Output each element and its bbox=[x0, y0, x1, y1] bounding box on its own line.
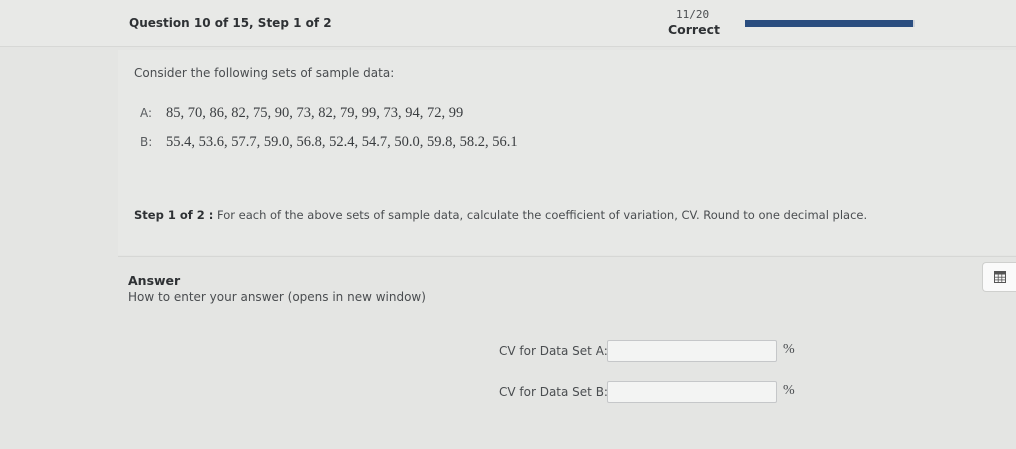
step-instructions: Step 1 of 2 : For each of the above sets… bbox=[134, 208, 867, 222]
data-set-a: A: 85, 70, 86, 82, 75, 90, 73, 82, 79, 99… bbox=[140, 105, 463, 122]
cv-a-input[interactable] bbox=[607, 340, 777, 362]
answer-help-link[interactable]: How to enter your answer (opens in new w… bbox=[128, 290, 426, 304]
step-text: For each of the above sets of sample dat… bbox=[217, 208, 868, 222]
data-set-a-label: A: bbox=[140, 106, 153, 120]
section-divider bbox=[118, 256, 1016, 257]
answer-title: Answer bbox=[128, 273, 181, 288]
calculator-icon bbox=[994, 271, 1006, 283]
question-intro: Consider the following sets of sample da… bbox=[134, 66, 395, 80]
cv-b-input[interactable] bbox=[607, 381, 777, 403]
cv-b-unit: % bbox=[783, 383, 795, 398]
question-panel bbox=[118, 50, 1016, 255]
cv-a-unit: % bbox=[783, 342, 795, 357]
status-label: Correct bbox=[668, 22, 720, 37]
data-set-a-values: 85, 70, 86, 82, 75, 90, 73, 82, 79, 99, … bbox=[166, 105, 464, 121]
step-label: Step 1 of 2 : bbox=[134, 208, 214, 222]
question-header: Question 10 of 15, Step 1 of 2 11/20 Cor… bbox=[0, 0, 1016, 47]
progress-bar-fill bbox=[745, 20, 914, 27]
score-counter: 11/20 bbox=[676, 8, 710, 21]
cv-b-label: CV for Data Set B: bbox=[499, 385, 608, 399]
data-set-b: B: 55.4, 53.6, 57.7, 59.0, 56.8, 52.4, 54… bbox=[140, 134, 518, 151]
question-title: Question 10 of 15, Step 1 of 2 bbox=[129, 16, 332, 30]
calculator-button[interactable] bbox=[982, 262, 1016, 292]
progress-bar bbox=[745, 20, 915, 27]
data-set-b-label: B: bbox=[140, 135, 153, 149]
data-set-b-values: 55.4, 53.6, 57.7, 59.0, 56.8, 52.4, 54.7… bbox=[166, 134, 518, 150]
cv-a-label: CV for Data Set A: bbox=[499, 344, 608, 358]
